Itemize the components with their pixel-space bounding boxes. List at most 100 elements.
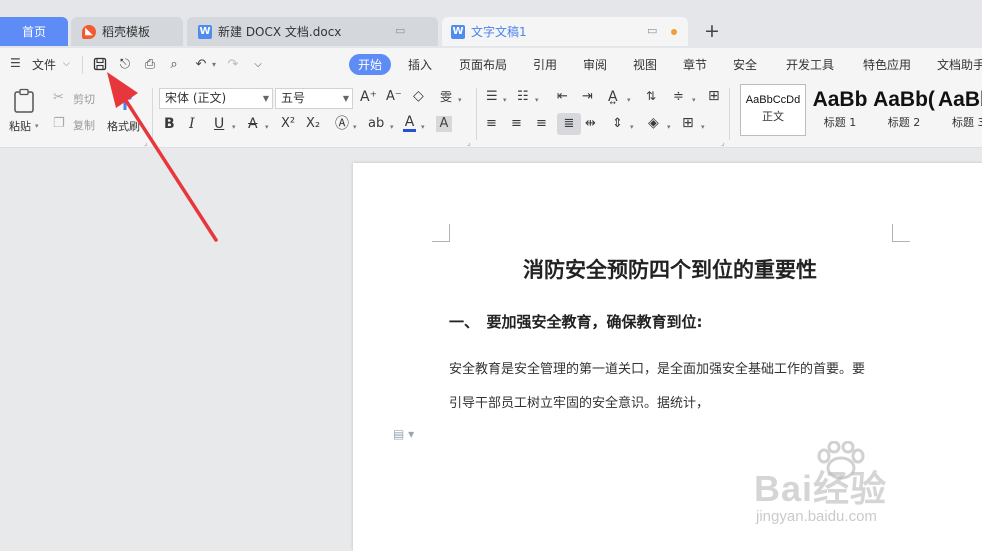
- paste-icon[interactable]: [11, 88, 37, 114]
- cut-icon[interactable]: ✂: [53, 91, 64, 105]
- tab-home[interactable]: 首页: [0, 17, 68, 46]
- chevron-down-icon[interactable]: ▾: [630, 120, 634, 134]
- paragraph-spacing-icon[interactable]: ⇕: [612, 117, 623, 131]
- tab-developer[interactable]: 开发工具: [786, 56, 834, 73]
- font-size-select[interactable]: 五号 ▼: [275, 88, 353, 109]
- divider: [82, 56, 83, 74]
- chevron-down-icon[interactable]: ▾: [458, 93, 462, 107]
- tab-page-layout[interactable]: 页面布局: [459, 56, 507, 73]
- output-pdf-icon[interactable]: ⎋: [116, 55, 134, 73]
- chevron-down-icon[interactable]: ▾: [535, 93, 539, 107]
- strikethrough-icon[interactable]: A: [248, 117, 258, 131]
- underline-icon[interactable]: U: [214, 117, 224, 131]
- paragraph-handle-icon[interactable]: ▤ ▾: [393, 427, 414, 441]
- cut-button[interactable]: 剪切: [73, 91, 95, 107]
- tab-section[interactable]: 章节: [683, 56, 707, 73]
- borders-icon[interactable]: ⊞: [682, 116, 694, 130]
- distributed-icon[interactable]: ⇹: [585, 117, 596, 131]
- highlight-icon[interactable]: ab: [368, 117, 384, 131]
- bold-icon[interactable]: B: [164, 117, 175, 131]
- print-preview-icon[interactable]: ⌕: [165, 55, 183, 73]
- numbered-list-icon[interactable]: ☷: [517, 90, 529, 104]
- tab-doc-assistant[interactable]: 文档助手: [937, 56, 982, 73]
- style-heading-1[interactable]: AaBb 标题 1: [809, 84, 871, 136]
- bullet-list-icon[interactable]: ☰: [486, 90, 498, 104]
- style-heading-3[interactable]: AaBb 标题 3: [938, 84, 982, 136]
- italic-icon[interactable]: I: [189, 117, 195, 131]
- tab-document-docx[interactable]: W 新建 DOCX 文档.docx ▭: [187, 17, 438, 46]
- chevron-down-icon[interactable]: ▾: [627, 93, 631, 107]
- tab-review[interactable]: 审阅: [583, 56, 607, 73]
- copy-button[interactable]: 复制: [73, 117, 95, 133]
- chevron-down-icon: ▼: [262, 94, 269, 103]
- print-icon[interactable]: ⎙: [141, 55, 159, 73]
- subscript-icon[interactable]: X₂: [306, 117, 320, 131]
- chevron-down-icon[interactable]: ▾: [503, 93, 507, 107]
- customize-dropdown-icon[interactable]: ⌵: [249, 55, 267, 73]
- format-painter-icon[interactable]: [114, 88, 136, 114]
- new-tab-button[interactable]: +: [704, 21, 720, 41]
- line-spacing-icon[interactable]: ≑: [673, 90, 684, 104]
- tab-document-active[interactable]: W 文字文稿1 ▭: [442, 17, 688, 46]
- increase-font-icon[interactable]: A⁺: [360, 90, 377, 104]
- decrease-font-icon[interactable]: A⁻: [386, 90, 402, 104]
- docer-logo-icon: ◣: [82, 24, 96, 39]
- superscript-icon[interactable]: X²: [281, 117, 295, 131]
- margin-corner: [432, 224, 450, 242]
- style-heading-2[interactable]: AaBb( 标题 2: [873, 84, 935, 136]
- style-normal[interactable]: AaBbCcDd 正文: [740, 84, 806, 136]
- chevron-down-icon[interactable]: ▾: [232, 120, 236, 134]
- save-icon[interactable]: [91, 55, 109, 73]
- chevron-down-icon[interactable]: ▾: [390, 120, 394, 134]
- tab-security[interactable]: 安全: [733, 56, 757, 73]
- clear-format-icon[interactable]: ◇: [413, 89, 424, 103]
- font-color-icon[interactable]: A: [403, 115, 416, 132]
- font-name-select[interactable]: 宋体 (正文) ▼: [159, 88, 273, 109]
- tab-doc1-label: 新建 DOCX 文档.docx: [218, 25, 342, 39]
- font-size-value: 五号: [281, 91, 306, 105]
- monitor-icon[interactable]: ▭: [647, 24, 657, 37]
- pinyin-guide-icon[interactable]: 雯: [440, 90, 452, 104]
- hamburger-icon[interactable]: ☰: [10, 56, 21, 70]
- style-sample: AaBb: [938, 88, 982, 111]
- redo-icon[interactable]: ↷: [224, 55, 242, 73]
- format-painter-button[interactable]: 格式刷: [107, 118, 140, 134]
- table-border-icon[interactable]: ⊞: [708, 89, 720, 103]
- chevron-down-icon[interactable]: ▾: [353, 120, 357, 134]
- text-effect-icon[interactable]: Ⓐ: [335, 117, 349, 131]
- justify-icon[interactable]: ≣: [557, 113, 581, 135]
- dialog-launcher-icon[interactable]: ⌟: [467, 136, 471, 150]
- menu-bar: ☰ 文件 ⌵ ⎋ ⎙ ⌕ ↶ ▾ ↷ ⌵ 开始 插入 页面布局 引用 审阅 视图…: [0, 48, 982, 82]
- chevron-down-icon[interactable]: ▾: [421, 120, 425, 134]
- chevron-down-icon[interactable]: ▾: [265, 120, 269, 134]
- chevron-down-icon[interactable]: ▾: [701, 120, 705, 134]
- tab-view[interactable]: 视图: [633, 56, 657, 73]
- paste-dropdown-icon[interactable]: ▾: [35, 122, 39, 130]
- dialog-launcher-icon[interactable]: ⌟: [721, 136, 725, 150]
- dialog-launcher-icon[interactable]: ⌟: [144, 136, 148, 150]
- undo-dropdown-icon[interactable]: ▾: [205, 55, 223, 73]
- file-menu[interactable]: 文件: [32, 56, 56, 73]
- tab-start[interactable]: 开始: [349, 54, 392, 75]
- style-label: 标题 2: [887, 116, 921, 129]
- tab-special[interactable]: 特色应用: [863, 56, 911, 73]
- char-shading-icon[interactable]: A: [436, 116, 452, 132]
- increase-indent-icon[interactable]: ⇥: [582, 90, 593, 104]
- chevron-down-icon[interactable]: ⌵: [63, 59, 70, 69]
- paste-button[interactable]: 粘贴: [9, 118, 31, 134]
- chevron-down-icon[interactable]: ▾: [667, 120, 671, 134]
- tab-references[interactable]: 引用: [533, 56, 557, 73]
- watermark: Bai经验 jingyan.baidu.com: [754, 441, 982, 545]
- chevron-down-icon[interactable]: ▾: [692, 93, 696, 107]
- tab-insert[interactable]: 插入: [408, 56, 432, 73]
- align-center-icon[interactable]: ≡: [511, 117, 522, 131]
- shading-icon[interactable]: ◈: [648, 116, 659, 130]
- tab-template[interactable]: ◣ 稻壳模板: [71, 17, 183, 46]
- align-left-icon[interactable]: ≡: [486, 117, 497, 131]
- text-direction-icon[interactable]: A͍: [608, 90, 618, 104]
- decrease-indent-icon[interactable]: ⇤: [557, 90, 568, 104]
- copy-icon[interactable]: ❐: [53, 117, 65, 131]
- sort-icon[interactable]: ⇅: [646, 89, 656, 103]
- monitor-icon[interactable]: ▭: [395, 24, 405, 37]
- align-right-icon[interactable]: ≡: [536, 117, 547, 131]
